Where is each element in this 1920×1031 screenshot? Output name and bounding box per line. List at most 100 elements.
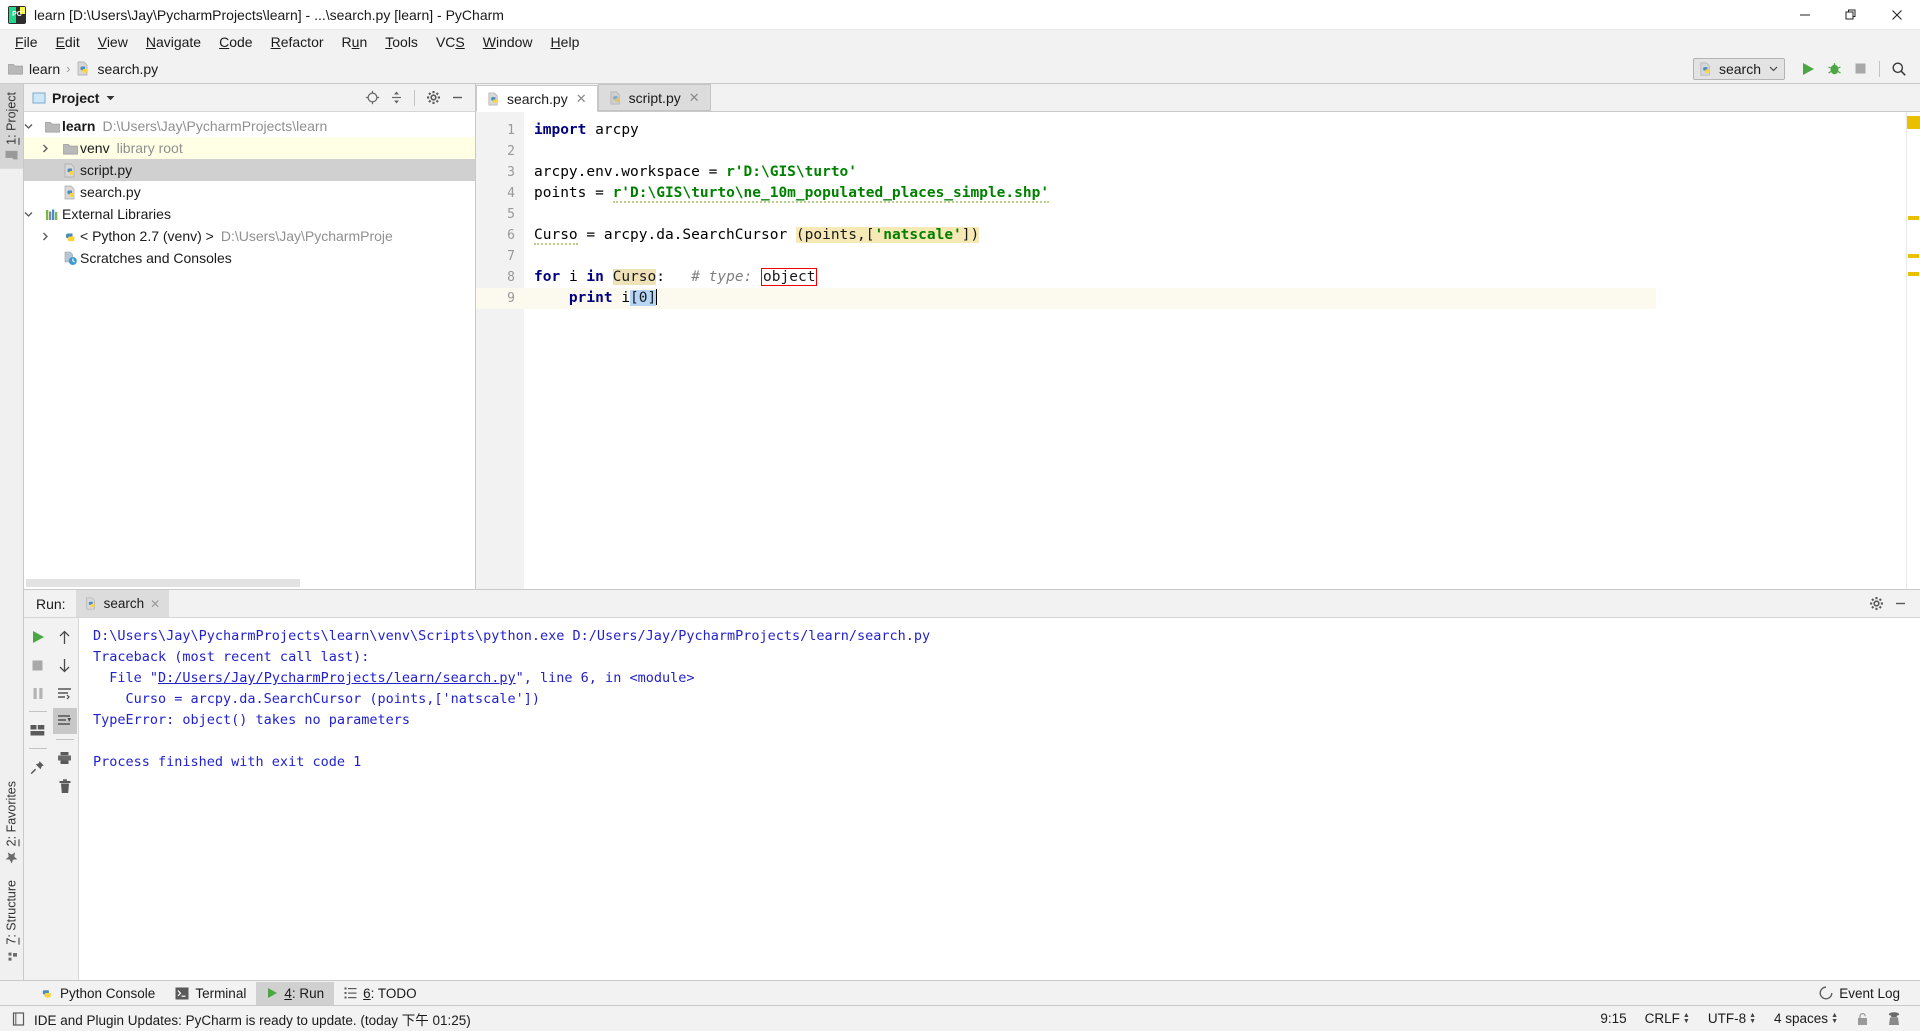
run-panel-body: D:\Users\Jay\PycharmProjects\learn\venv\… xyxy=(24,618,1920,980)
python-file-icon xyxy=(60,185,80,200)
encoding-selector[interactable]: UTF-8 ▲▼ xyxy=(1699,1011,1765,1026)
tree-row-venv[interactable]: venv library root xyxy=(24,137,475,159)
indent-selector[interactable]: 4 spaces ▲▼ xyxy=(1765,1011,1847,1026)
menu-tools[interactable]: Tools xyxy=(376,31,427,53)
structure-icon xyxy=(6,950,18,962)
tree-label: Scratches and Consoles xyxy=(80,250,232,266)
console-output[interactable]: D:\Users\Jay\PycharmProjects\learn\venv\… xyxy=(79,618,1920,980)
pause-button[interactable] xyxy=(26,680,50,706)
tree-label: < Python 2.7 (venv) > xyxy=(80,228,214,244)
chevron-right-icon[interactable] xyxy=(42,232,60,241)
line-separator-selector[interactable]: CRLF ▲▼ xyxy=(1636,1011,1699,1026)
menu-vcs[interactable]: VCS xyxy=(427,31,474,53)
project-panel-header: Project xyxy=(24,84,475,112)
sidebar-item-favorites[interactable]: 2: Favorites xyxy=(0,773,23,872)
tree-row-learn[interactable]: learn D:\Users\Jay\PycharmProjects\learn xyxy=(24,115,475,137)
tool-window-run[interactable]: 4: Run xyxy=(256,982,334,1005)
close-icon[interactable]: ✕ xyxy=(576,91,587,107)
todo-icon xyxy=(344,987,357,999)
editor-tab-script-py[interactable]: script.py ✕ xyxy=(598,84,711,111)
run-panel-label: Run: xyxy=(24,596,76,612)
stop-button[interactable] xyxy=(1847,57,1873,81)
tool-window-todo[interactable]: 6: TODO xyxy=(334,982,427,1005)
file-link[interactable]: D:/Users/Jay/PycharmProjects/learn/searc… xyxy=(158,670,516,686)
tree-row-search-py[interactable]: search.py xyxy=(24,181,475,203)
hector-inspector-icon[interactable] xyxy=(1878,1011,1910,1026)
menu-run[interactable]: Run xyxy=(333,31,377,53)
pin-tab-button[interactable] xyxy=(26,754,50,780)
caret-position[interactable]: 9:15 xyxy=(1591,1011,1635,1026)
hide-console-icon[interactable] xyxy=(1888,592,1912,616)
encoding-label: UTF-8 xyxy=(1708,1011,1746,1026)
menu-edit[interactable]: Edit xyxy=(47,31,89,53)
line-separator-label: CRLF xyxy=(1645,1011,1680,1026)
run-left-toolbar xyxy=(24,618,51,980)
minimize-button[interactable] xyxy=(1782,0,1828,30)
tool-window-terminal[interactable]: Terminal xyxy=(165,982,256,1005)
python-icon xyxy=(60,229,80,244)
console-line-with-link: File "D:/Users/Jay/PycharmProjects/learn… xyxy=(93,668,1920,689)
stop-button[interactable] xyxy=(26,652,50,678)
menu-navigate[interactable]: Navigate xyxy=(137,31,210,53)
sidebar-item-project[interactable]: 1: Project xyxy=(0,84,23,169)
status-bar: IDE and Plugin Updates: PyCharm is ready… xyxy=(0,1005,1920,1031)
project-tool-window: Project xyxy=(24,84,476,589)
menu-view[interactable]: View xyxy=(89,31,137,53)
chevron-down-icon[interactable] xyxy=(24,123,42,130)
run-tab-search[interactable]: search ✕ xyxy=(76,590,170,617)
tree-row-python-interpreter[interactable]: < Python 2.7 (venv) > D:\Users\Jay\Pycha… xyxy=(24,225,475,247)
event-log-button[interactable]: Event Log xyxy=(1809,982,1910,1005)
breadcrumb-item-file[interactable]: search.py xyxy=(97,61,158,77)
type-hint-value: object xyxy=(761,268,817,286)
editor-tab-search-py[interactable]: search.py ✕ xyxy=(476,85,598,112)
search-everywhere-button[interactable] xyxy=(1886,57,1912,81)
menu-code[interactable]: Code xyxy=(210,31,261,53)
menu-file[interactable]: File xyxy=(6,31,47,53)
tree-row-script-py[interactable]: script.py xyxy=(24,159,475,181)
close-button[interactable] xyxy=(1874,0,1920,30)
down-stack-button[interactable] xyxy=(53,652,77,678)
scroll-to-end-button[interactable] xyxy=(53,708,77,734)
chevron-down-icon[interactable] xyxy=(24,211,42,218)
console-line: Traceback (most recent call last): xyxy=(93,647,1920,668)
breadcrumb-item-learn[interactable]: learn xyxy=(29,61,60,77)
error-stripe-gutter[interactable] xyxy=(1906,112,1920,589)
type-hint-comment: # type: xyxy=(691,269,752,285)
tool-window-python-console[interactable]: Python Console xyxy=(30,982,165,1005)
tree-row-external-libraries[interactable]: External Libraries xyxy=(24,203,475,225)
indent-label: 4 spaces xyxy=(1774,1011,1828,1026)
code-text[interactable]: import arcpy arcpy.env.workspace = r'D:\… xyxy=(524,112,1656,589)
chevron-right-icon[interactable] xyxy=(42,144,60,153)
menu-refactor[interactable]: Refactor xyxy=(262,31,333,53)
tree-label: search.py xyxy=(80,184,141,200)
console-line: D:\Users\Jay\PycharmProjects\learn\venv\… xyxy=(93,626,1920,647)
event-log-icon xyxy=(1819,986,1833,1000)
tree-row-scratches[interactable]: Scratches and Consoles xyxy=(24,247,475,269)
restore-button[interactable] xyxy=(1828,0,1874,30)
editor-tab-label: search.py xyxy=(507,91,568,107)
status-message[interactable]: IDE and Plugin Updates: PyCharm is ready… xyxy=(34,1009,471,1029)
menu-window[interactable]: Window xyxy=(474,31,542,53)
line-number-gutter[interactable]: 1 2 3 4 5 6 7 8 9 xyxy=(476,112,524,589)
clear-all-button[interactable] xyxy=(53,773,77,799)
print-button[interactable] xyxy=(53,745,77,771)
lock-icon[interactable] xyxy=(1847,1012,1878,1026)
close-icon[interactable]: ✕ xyxy=(689,90,700,106)
close-icon[interactable]: ✕ xyxy=(150,597,160,611)
locate-target-icon[interactable] xyxy=(360,86,384,110)
debug-button[interactable] xyxy=(1821,57,1847,81)
settings-gear-icon[interactable] xyxy=(421,86,445,110)
up-stack-button[interactable] xyxy=(53,624,77,650)
run-button[interactable] xyxy=(1795,57,1821,81)
menu-help[interactable]: Help xyxy=(542,31,589,53)
run-configuration-selector[interactable]: search xyxy=(1693,58,1785,80)
rerun-button[interactable] xyxy=(26,624,50,650)
soft-wrap-button[interactable] xyxy=(53,680,77,706)
collapse-all-icon[interactable] xyxy=(384,86,408,110)
hide-panel-icon[interactable] xyxy=(445,86,469,110)
layout-button[interactable] xyxy=(26,717,50,743)
chevron-down-icon[interactable] xyxy=(106,95,115,101)
project-horizontal-scrollbar[interactable] xyxy=(24,577,475,589)
sidebar-item-structure[interactable]: 7: Structure xyxy=(0,872,23,970)
console-settings-gear-icon[interactable] xyxy=(1864,592,1888,616)
